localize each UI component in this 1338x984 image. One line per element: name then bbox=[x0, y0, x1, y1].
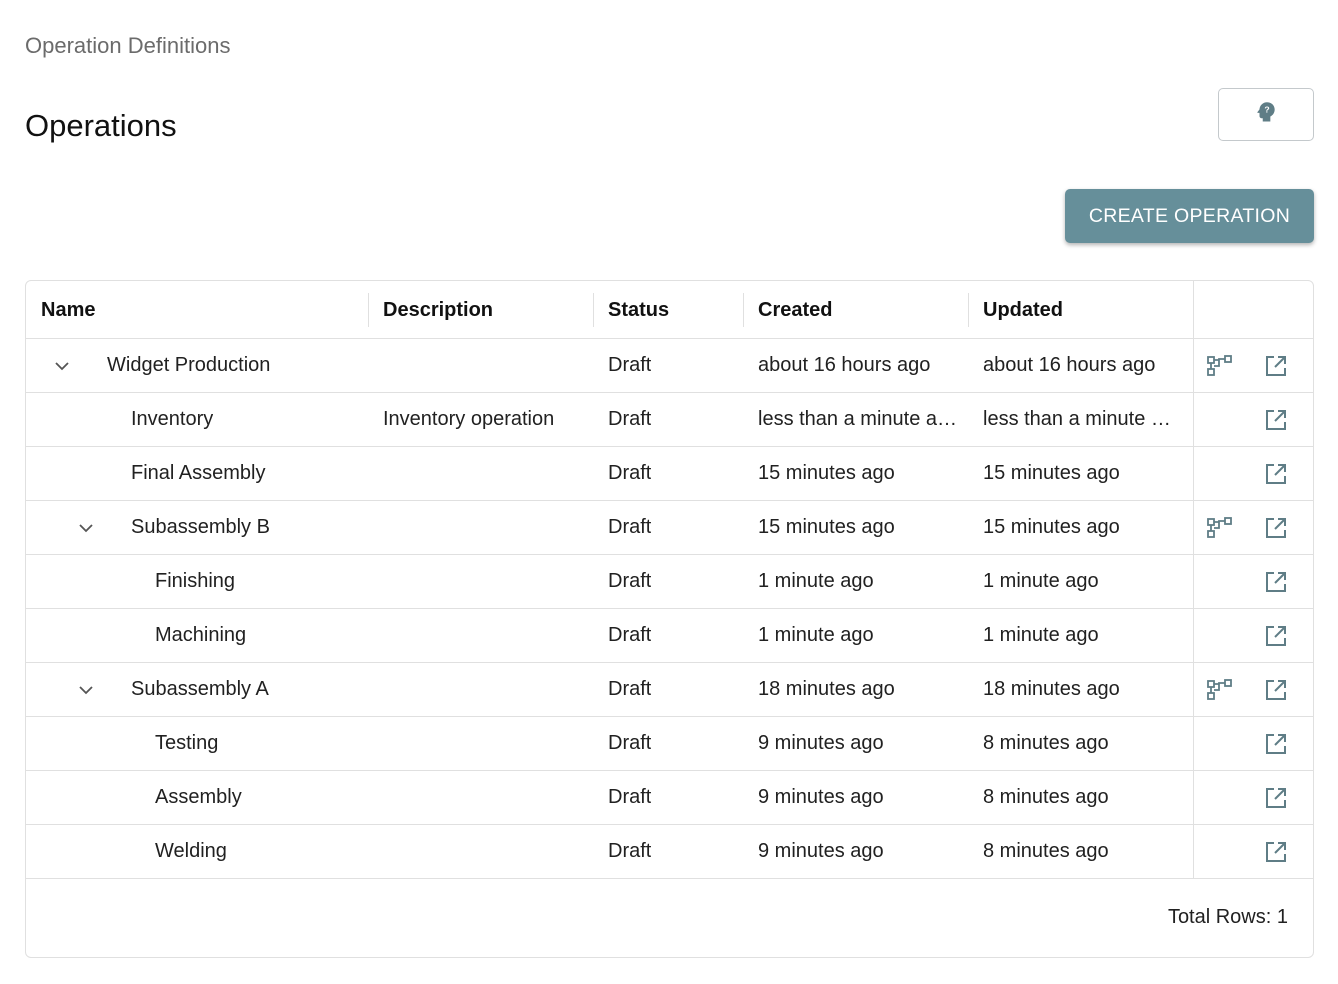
row-name: Widget Production bbox=[107, 354, 271, 376]
row-created: 9 minutes ago bbox=[758, 732, 884, 754]
row-status: Draft bbox=[608, 462, 652, 484]
row-status: Draft bbox=[608, 354, 652, 376]
open-button[interactable] bbox=[1261, 567, 1291, 597]
table-row[interactable]: Finishing Draft 1 minute ago 1 minute ag… bbox=[26, 555, 1313, 609]
open-button[interactable] bbox=[1261, 675, 1291, 705]
chevron-down-icon bbox=[79, 524, 93, 533]
open-button[interactable] bbox=[1261, 405, 1291, 435]
table-row[interactable]: Final Assembly Draft 15 minutes ago 15 m… bbox=[26, 447, 1313, 501]
row-updated: 15 minutes ago bbox=[983, 462, 1120, 484]
table-row[interactable]: Subassembly B Draft 15 minutes ago 15 mi… bbox=[26, 501, 1313, 555]
row-created: 18 minutes ago bbox=[758, 678, 895, 700]
row-name: Testing bbox=[155, 732, 219, 754]
row-updated: 1 minute ago bbox=[983, 624, 1099, 646]
row-updated: less than a minute a… bbox=[983, 408, 1179, 430]
open-button[interactable] bbox=[1261, 351, 1291, 381]
flow-diagram-icon bbox=[1207, 355, 1232, 376]
help-button[interactable]: ? bbox=[1218, 88, 1314, 141]
open-in-new-icon bbox=[1266, 842, 1286, 862]
collapse-toggle[interactable] bbox=[73, 677, 99, 703]
table-row[interactable]: Testing Draft 9 minutes ago 8 minutes ag… bbox=[26, 717, 1313, 771]
open-button[interactable] bbox=[1261, 783, 1291, 813]
table-row[interactable]: Subassembly A Draft 18 minutes ago 18 mi… bbox=[26, 663, 1313, 717]
row-status: Draft bbox=[608, 408, 652, 430]
column-header-updated[interactable]: Updated bbox=[968, 281, 1193, 339]
row-name: Welding bbox=[155, 840, 227, 862]
column-header-created[interactable]: Created bbox=[743, 281, 968, 339]
flow-diagram-icon bbox=[1207, 679, 1232, 700]
open-in-new-icon bbox=[1266, 734, 1286, 754]
open-button[interactable] bbox=[1261, 513, 1291, 543]
column-header-status[interactable]: Status bbox=[593, 281, 743, 339]
flow-diagram-button[interactable] bbox=[1205, 675, 1235, 705]
row-created: 1 minute ago bbox=[758, 624, 874, 646]
open-in-new-icon bbox=[1266, 788, 1286, 808]
row-name: Final Assembly bbox=[131, 462, 266, 484]
row-created: about 16 hours ago bbox=[758, 354, 931, 376]
row-created: 15 minutes ago bbox=[758, 462, 895, 484]
row-updated: 8 minutes ago bbox=[983, 786, 1109, 808]
row-created: 9 minutes ago bbox=[758, 840, 884, 862]
open-in-new-icon bbox=[1266, 572, 1286, 592]
collapse-toggle[interactable] bbox=[73, 515, 99, 541]
chevron-down-icon bbox=[55, 362, 69, 371]
row-status: Draft bbox=[608, 570, 652, 592]
row-status: Draft bbox=[608, 678, 652, 700]
open-button[interactable] bbox=[1261, 729, 1291, 759]
row-name: Subassembly B bbox=[131, 516, 270, 538]
row-created: 9 minutes ago bbox=[758, 786, 884, 808]
table-row[interactable]: Machining Draft 1 minute ago 1 minute ag… bbox=[26, 609, 1313, 663]
flow-diagram-button[interactable] bbox=[1205, 513, 1235, 543]
flow-diagram-button[interactable] bbox=[1205, 351, 1235, 381]
row-name: Subassembly A bbox=[131, 678, 269, 700]
row-name: Assembly bbox=[155, 786, 242, 808]
flow-diagram-icon bbox=[1207, 517, 1232, 538]
row-status: Draft bbox=[608, 786, 652, 808]
page-title: Operations bbox=[25, 108, 177, 143]
row-created: 1 minute ago bbox=[758, 570, 874, 592]
row-status: Draft bbox=[608, 840, 652, 862]
row-name: Machining bbox=[155, 624, 247, 646]
open-button[interactable] bbox=[1261, 459, 1291, 489]
row-name: Finishing bbox=[155, 570, 236, 592]
column-header-name[interactable]: Name bbox=[26, 281, 368, 339]
row-created: 15 minutes ago bbox=[758, 516, 895, 538]
column-header-description[interactable]: Description bbox=[368, 281, 593, 339]
row-status: Draft bbox=[608, 516, 652, 538]
open-in-new-icon bbox=[1266, 518, 1286, 538]
grid-header: Name Description Status Created Updated bbox=[26, 281, 1313, 339]
row-updated: 8 minutes ago bbox=[983, 840, 1109, 862]
row-updated: 18 minutes ago bbox=[983, 678, 1120, 700]
collapse-toggle[interactable] bbox=[49, 353, 75, 379]
row-updated: 15 minutes ago bbox=[983, 516, 1120, 538]
total-rows-count: Total Rows: 1 bbox=[1167, 906, 1288, 928]
row-status: Draft bbox=[608, 732, 652, 754]
table-row[interactable]: Assembly Draft 9 minutes ago 8 minutes a… bbox=[26, 771, 1313, 825]
create-operation-button[interactable]: CREATE OPERATION bbox=[1065, 189, 1314, 243]
row-updated: 1 minute ago bbox=[983, 570, 1099, 592]
row-created: less than a minute a… bbox=[758, 408, 957, 430]
row-name: Inventory bbox=[131, 408, 214, 430]
open-in-new-icon bbox=[1266, 464, 1286, 484]
row-updated: about 16 hours ago bbox=[983, 354, 1156, 376]
chevron-down-icon bbox=[79, 686, 93, 695]
open-button[interactable] bbox=[1261, 621, 1291, 651]
table-row[interactable]: Welding Draft 9 minutes ago 8 minutes ag… bbox=[26, 825, 1313, 879]
operations-grid: Name Description Status Created Updated … bbox=[25, 280, 1314, 958]
grid-footer: Total Rows: 1 bbox=[26, 879, 1313, 957]
breadcrumb: Operation Definitions bbox=[25, 33, 231, 58]
open-in-new-icon bbox=[1266, 356, 1286, 376]
row-status: Draft bbox=[608, 624, 652, 646]
table-row[interactable]: Widget Production Draft about 16 hours a… bbox=[26, 339, 1313, 393]
row-description: Inventory operation bbox=[383, 408, 555, 430]
open-in-new-icon bbox=[1266, 410, 1286, 430]
help-head-icon: ? bbox=[1253, 99, 1279, 130]
open-in-new-icon bbox=[1266, 626, 1286, 646]
open-in-new-icon bbox=[1266, 680, 1286, 700]
svg-text:?: ? bbox=[1264, 105, 1269, 115]
table-row[interactable]: Inventory Inventory operation Draft less… bbox=[26, 393, 1313, 447]
row-updated: 8 minutes ago bbox=[983, 732, 1109, 754]
open-button[interactable] bbox=[1261, 837, 1291, 867]
